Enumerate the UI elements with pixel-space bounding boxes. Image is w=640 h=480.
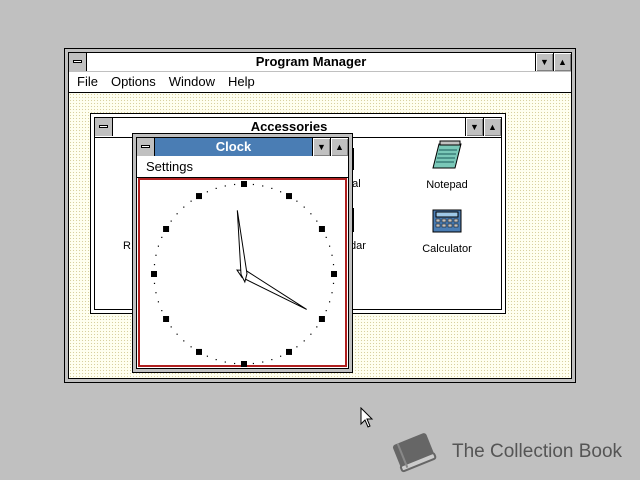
hour-mark — [318, 226, 325, 232]
minute-mark — [280, 355, 282, 357]
minute-mark — [176, 213, 178, 215]
minute-mark — [271, 358, 273, 361]
minute-mark — [296, 346, 298, 348]
minute-mark — [157, 245, 160, 247]
minute-mark — [190, 346, 192, 348]
analog-clock — [151, 181, 337, 367]
hour-mark — [196, 348, 202, 355]
minute-mark — [316, 220, 318, 222]
clock-window[interactable]: Clock ▼ ▲ Settings — [132, 133, 353, 373]
notepad-icon — [432, 140, 462, 169]
minute-mark — [215, 187, 217, 190]
menu-help[interactable]: Help — [223, 72, 260, 92]
minute-mark — [183, 340, 185, 342]
minute-mark — [153, 282, 156, 285]
minute-mark — [176, 333, 178, 335]
minute-mark — [332, 263, 335, 266]
minute-mark — [224, 185, 226, 187]
hour-mark — [241, 181, 247, 187]
minute-mark — [271, 187, 273, 190]
minute-mark — [316, 326, 318, 328]
minute-mark — [332, 282, 335, 285]
menu-settings[interactable]: Settings — [141, 157, 198, 177]
minute-mark — [155, 254, 157, 256]
minute-mark — [310, 213, 312, 215]
calculator-label: Calculator — [422, 243, 472, 255]
hour-mark — [163, 316, 170, 322]
minute-mark — [280, 191, 282, 193]
notepad-label: Notepad — [426, 179, 468, 191]
partial-label-recorder[interactable]: R — [123, 240, 131, 252]
hour-mark — [331, 271, 337, 277]
notepad-app-icon[interactable]: Notepad — [407, 140, 487, 191]
acc-minimize-button[interactable]: ▼ — [465, 118, 483, 136]
clock-system-menu-icon[interactable] — [137, 138, 155, 156]
minute-mark — [157, 301, 160, 303]
hour-mark — [241, 361, 247, 367]
pm-maximize-button[interactable]: ▲ — [553, 53, 571, 71]
calculator-app-icon[interactable]: Calculator — [407, 204, 487, 255]
pm-system-menu-icon[interactable] — [69, 53, 87, 71]
mouse-cursor-icon — [360, 407, 374, 428]
hour-mark — [163, 226, 170, 232]
clock-minimize-button[interactable]: ▼ — [312, 138, 330, 156]
minute-mark — [161, 236, 163, 238]
menu-file[interactable]: File — [72, 72, 103, 92]
minute-mark — [328, 245, 331, 247]
minute-mark — [233, 362, 236, 365]
clock-menubar: Settings — [137, 157, 348, 178]
watermark-text: The Collection Book — [452, 441, 623, 462]
minute-mark — [331, 292, 333, 294]
minute-mark — [155, 292, 157, 294]
menu-options[interactable]: Options — [106, 72, 161, 92]
watermark: The Collection Book — [388, 430, 622, 474]
minute-mark — [252, 362, 255, 365]
minute-mark — [296, 200, 298, 202]
pm-title: Program Manager — [87, 53, 535, 71]
minute-mark — [153, 263, 156, 266]
minute-mark — [331, 254, 333, 256]
acc-maximize-button[interactable]: ▲ — [483, 118, 501, 136]
minute-mark — [262, 361, 264, 363]
minute-mark — [303, 340, 305, 342]
minute-mark — [206, 191, 208, 193]
minute-mark — [262, 185, 264, 187]
clock-title: Clock — [155, 138, 312, 156]
minute-mark — [190, 200, 192, 202]
hour-mark — [196, 193, 202, 200]
hour-hand — [236, 269, 307, 310]
clock-face — [138, 178, 347, 367]
minute-mark — [161, 310, 163, 312]
hour-mark — [151, 271, 157, 277]
hour-mark — [318, 316, 325, 322]
minute-mark — [206, 355, 208, 357]
minute-mark — [183, 206, 185, 208]
minute-mark — [310, 333, 312, 335]
minute-mark — [325, 236, 327, 238]
clock-maximize-button[interactable]: ▲ — [330, 138, 348, 156]
pm-menubar: File Options Window Help — [69, 72, 571, 93]
hour-mark — [286, 193, 292, 200]
clock-hands — [236, 210, 307, 310]
minute-mark — [170, 326, 172, 328]
minute-mark — [233, 183, 236, 186]
hour-mark — [286, 348, 292, 355]
minute-mark — [303, 206, 305, 208]
acc-system-menu-icon[interactable] — [95, 118, 113, 136]
calculator-icon — [432, 209, 462, 233]
minute-mark — [252, 183, 255, 186]
book-logo-icon — [392, 433, 437, 473]
pm-minimize-button[interactable]: ▼ — [535, 53, 553, 71]
minute-mark — [170, 220, 172, 222]
minute-mark — [328, 301, 331, 303]
menu-window[interactable]: Window — [164, 72, 220, 92]
minute-mark — [215, 358, 217, 361]
minute-mark — [224, 361, 226, 363]
minute-mark — [325, 310, 327, 312]
